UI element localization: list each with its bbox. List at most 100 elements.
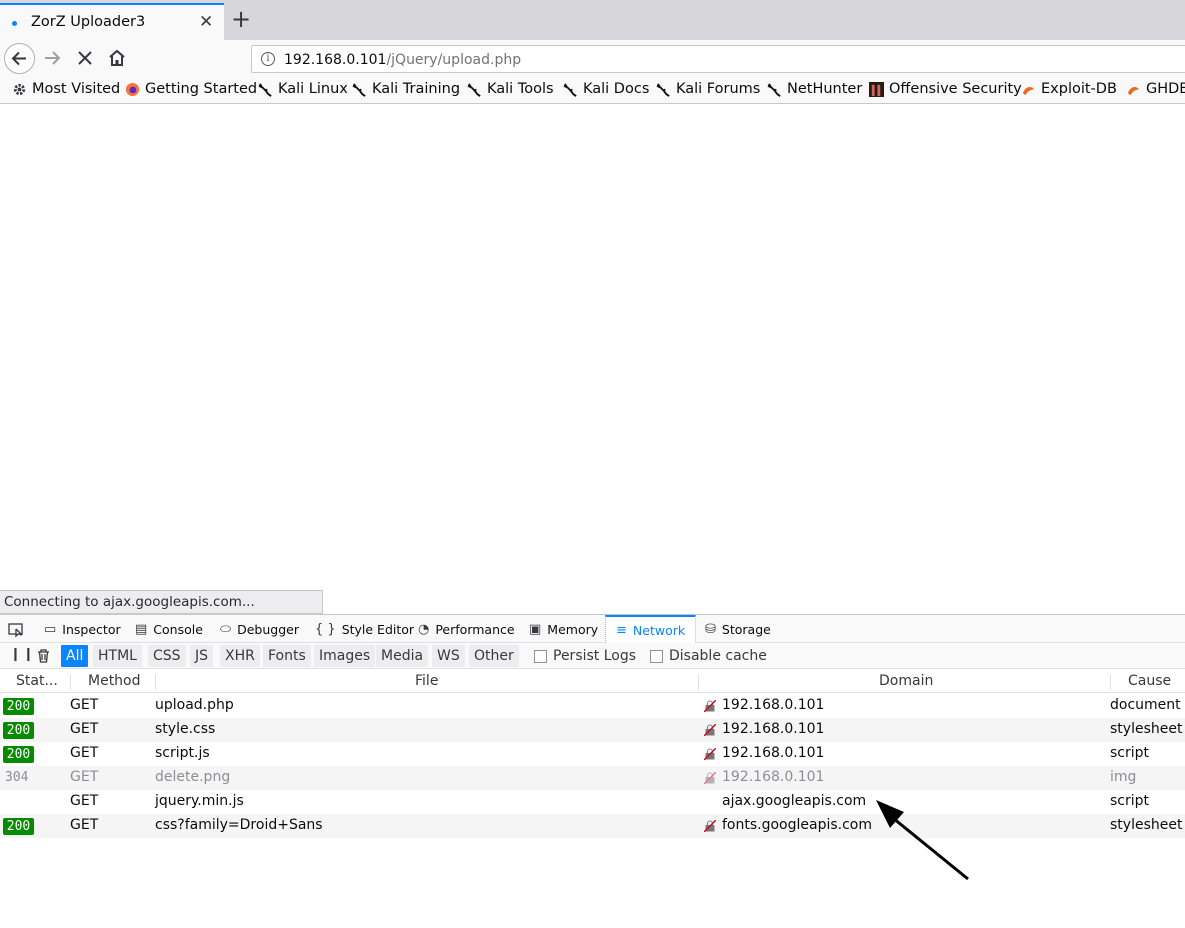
- table-row[interactable]: 200 GET upload.php 192.168.0.101 documen…: [0, 694, 1185, 718]
- bookmark-kali-training[interactable]: Kali Training: [352, 81, 460, 97]
- column-divider[interactable]: [70, 674, 71, 690]
- tab-title: ZorZ Uploader3: [31, 14, 146, 30]
- filter-xhr[interactable]: XHR: [220, 645, 260, 667]
- disable-cache-checkbox[interactable]: Disable cache: [650, 648, 767, 664]
- request-method: GET: [70, 817, 99, 833]
- requests-table-body: 200 GET upload.php 192.168.0.101 documen…: [0, 694, 1185, 838]
- kali-dragon-icon: [563, 82, 577, 97]
- column-method[interactable]: Method: [88, 673, 141, 689]
- tab-console[interactable]: ▤ Console: [135, 615, 203, 643]
- pause-icon[interactable]: ❙❙: [10, 647, 36, 662]
- new-tab-icon[interactable]: +: [231, 6, 251, 32]
- request-file: delete.png: [155, 769, 231, 785]
- column-file[interactable]: File: [415, 673, 438, 689]
- tab-storage[interactable]: ⛁ Storage: [705, 615, 771, 643]
- request-file: upload.php: [155, 697, 234, 713]
- request-domain: 192.168.0.101: [722, 697, 825, 713]
- exploit-db-icon: [1127, 86, 1140, 95]
- bookmark-most-visited[interactable]: Most Visited: [12, 81, 120, 97]
- table-row[interactable]: 200 GET style.css 192.168.0.101 styleshe…: [0, 718, 1185, 742]
- bookmark-ghdb[interactable]: GHDB: [1126, 81, 1185, 97]
- persist-logs-checkbox[interactable]: Persist Logs: [534, 648, 636, 664]
- tab-strip: ZorZ Uploader3 ✕ +: [0, 0, 1185, 40]
- status-badge: 200: [3, 698, 34, 715]
- filter-other[interactable]: Other: [469, 645, 519, 667]
- checkbox-box[interactable]: [650, 649, 663, 663]
- status-badge: 200: [3, 818, 34, 835]
- chip-icon: ▣: [529, 621, 542, 637]
- filter-ws[interactable]: WS: [432, 645, 465, 667]
- request-method: GET: [70, 745, 99, 761]
- tab-debugger[interactable]: ⬭ Debugger: [220, 615, 299, 643]
- bookmark-getting-started[interactable]: Getting Started: [125, 81, 257, 97]
- insecure-lock-icon: [704, 820, 716, 832]
- tab-memory[interactable]: ▣ Memory: [529, 615, 598, 643]
- exploit-db-icon: [1022, 86, 1035, 95]
- column-status[interactable]: Stat...: [16, 673, 58, 689]
- bookmark-kali-linux[interactable]: Kali Linux: [258, 81, 348, 97]
- column-cause[interactable]: Cause: [1128, 673, 1171, 689]
- table-row[interactable]: 200 GET css?family=Droid+Sans fonts.goog…: [0, 814, 1185, 838]
- kali-dragon-icon: [467, 82, 481, 97]
- trash-icon[interactable]: [37, 649, 50, 663]
- kali-dragon-icon: [767, 82, 781, 97]
- request-domain: 192.168.0.101: [722, 745, 825, 761]
- filter-media[interactable]: Media: [376, 645, 429, 667]
- browser-tab[interactable]: ZorZ Uploader3 ✕: [0, 3, 224, 40]
- bookmark-exploit-db[interactable]: Exploit-DB: [1021, 81, 1117, 97]
- annotation-arrow: [876, 800, 969, 881]
- loading-indicator-icon: [12, 21, 17, 26]
- tab-style-editor[interactable]: { } Style Editor: [315, 615, 414, 643]
- bookmark-kali-tools[interactable]: Kali Tools: [467, 81, 554, 97]
- filter-all[interactable]: All: [61, 645, 89, 667]
- request-cause: stylesheet: [1110, 817, 1183, 833]
- bookmark-kali-docs[interactable]: Kali Docs: [563, 81, 649, 97]
- column-divider[interactable]: [1110, 674, 1111, 690]
- request-file: script.js: [155, 745, 210, 761]
- back-arrow-icon: [11, 51, 26, 66]
- column-domain[interactable]: Domain: [879, 673, 933, 689]
- filter-html[interactable]: HTML: [93, 645, 142, 667]
- status-badge: 200: [3, 746, 34, 763]
- tab-inspector[interactable]: ▭ Inspector: [44, 615, 121, 643]
- filter-css[interactable]: CSS: [148, 645, 186, 667]
- close-tab-icon[interactable]: ✕: [199, 12, 213, 32]
- tab-network[interactable]: ≡ Network: [605, 615, 697, 643]
- gear-icon: [13, 83, 26, 95]
- stop-loading-icon[interactable]: [73, 46, 97, 70]
- element-picker-icon[interactable]: [8, 622, 24, 638]
- request-file: style.css: [155, 721, 216, 737]
- request-file: jquery.min.js: [155, 793, 244, 809]
- filter-fonts[interactable]: Fonts: [263, 645, 311, 667]
- request-file: css?family=Droid+Sans: [155, 817, 323, 833]
- filter-js[interactable]: JS: [190, 645, 214, 667]
- site-info-icon[interactable]: i: [261, 52, 275, 66]
- back-button[interactable]: [4, 43, 35, 74]
- table-row[interactable]: GET jquery.min.js ajax.googleapis.com sc…: [0, 790, 1185, 814]
- table-row[interactable]: 304 GET delete.png 192.168.0.101 img: [0, 766, 1185, 790]
- requests-table-header: Stat... Method File Domain Cause: [0, 670, 1185, 693]
- column-divider[interactable]: [698, 674, 699, 690]
- checkbox-box[interactable]: [534, 649, 547, 663]
- request-method: GET: [70, 721, 99, 737]
- url-text: 192.168.0.101/jQuery/upload.php: [284, 52, 522, 68]
- request-domain: 192.168.0.101: [722, 721, 825, 737]
- home-icon[interactable]: [105, 46, 129, 70]
- column-divider[interactable]: [155, 674, 156, 690]
- network-filter-bar: ❙❙ All HTML CSS JS XHR Fonts Images Medi…: [0, 643, 1185, 669]
- request-domain: ajax.googleapis.com: [722, 793, 867, 809]
- debugger-icon: ⬭: [220, 621, 232, 637]
- bookmark-kali-forums[interactable]: Kali Forums: [656, 81, 760, 97]
- request-method: GET: [70, 769, 99, 785]
- tab-performance[interactable]: ◔ Performance: [418, 615, 515, 643]
- request-method: GET: [70, 793, 99, 809]
- bookmark-nethunter[interactable]: NetHunter: [767, 81, 862, 97]
- request-cause: document: [1110, 697, 1181, 713]
- url-bar[interactable]: i 192.168.0.101/jQuery/upload.php: [251, 45, 1185, 73]
- filter-images[interactable]: Images: [314, 645, 376, 667]
- table-row[interactable]: 200 GET script.js 192.168.0.101 script: [0, 742, 1185, 766]
- status-badge: 200: [3, 722, 34, 739]
- bookmark-offensive-security[interactable]: Offensive Security: [869, 81, 1022, 97]
- forward-arrow-icon[interactable]: [41, 46, 65, 70]
- request-domain: 192.168.0.101: [722, 769, 825, 785]
